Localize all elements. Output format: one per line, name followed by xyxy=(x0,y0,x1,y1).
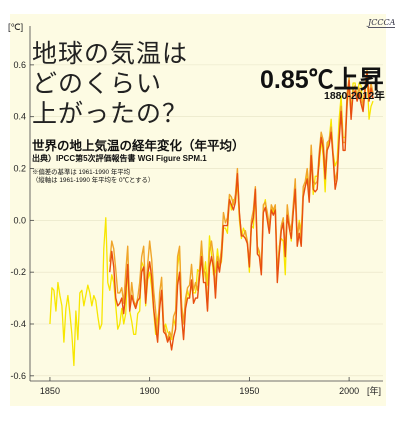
chart-subtitle: 世界の地上気温の経年変化（年平均） xyxy=(32,139,245,153)
y-tick-label-1: 0.4 xyxy=(13,112,26,122)
chart-source: 出典）IPCC第5次評価報告書 WGI Figure SPM.1 xyxy=(32,154,207,163)
chart-note-axis: （縦軸は 1961-1990 年平均を 0℃とする） xyxy=(32,177,155,184)
x-tick-label-0: 1850 xyxy=(40,386,60,396)
title-line-3: 上がったの？ xyxy=(32,99,189,128)
y-tick-label-5: -0.4 xyxy=(10,319,26,329)
x-tick-label-1: 1900 xyxy=(140,386,160,396)
y-tick-label-6: -0.6 xyxy=(10,371,26,381)
x-axis-unit-label: [年] xyxy=(367,385,381,396)
y-tick-label-0: 0.6 xyxy=(13,60,26,70)
y-tick-label-4: -0.2 xyxy=(10,267,26,277)
jccca-logo: JCCCA xyxy=(368,18,396,28)
x-tick-label-2: 1950 xyxy=(239,386,259,396)
y-tick-label-3: 0.0 xyxy=(13,215,26,225)
x-tick-label-3: 2000 xyxy=(339,386,359,396)
y-tick-label-2: 0.2 xyxy=(13,164,26,174)
y-axis-unit-label: [℃] xyxy=(8,22,23,32)
headline-years: 1880-2012年 xyxy=(324,90,385,102)
